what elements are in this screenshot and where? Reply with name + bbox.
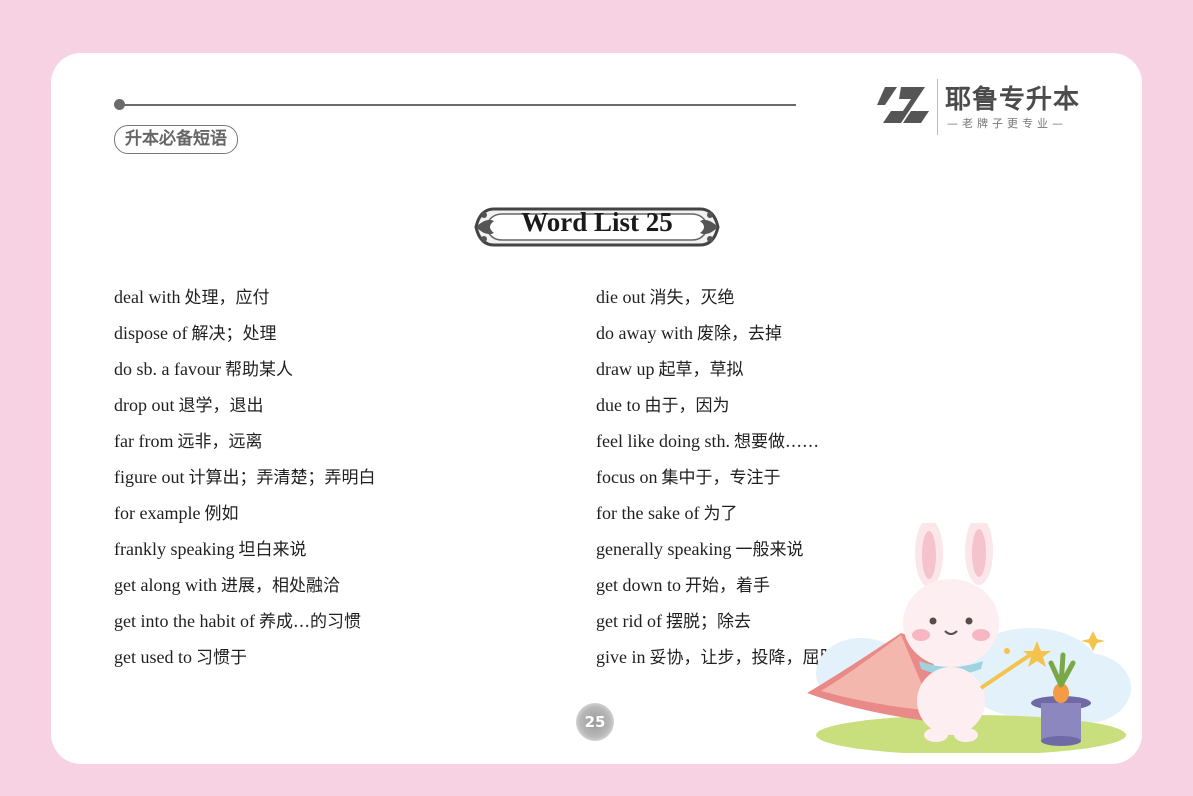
logo-name: 耶鲁专升本 (945, 85, 1081, 115)
list-item: deal with 处理，应付 (114, 287, 270, 308)
list-item: get used to 习惯于 (114, 647, 247, 668)
list-item: draw up 起草，草拟 (596, 359, 744, 380)
list-item: frankly speaking 坦白来说 (114, 539, 307, 560)
book-page: 升本必备短语 耶鲁专升本 —老牌子更专业— Word List 25 deal … (51, 53, 1142, 764)
logo-divider (937, 79, 938, 135)
list-item: die out 消失，灭绝 (596, 287, 735, 308)
list-item: figure out 计算出；弄清楚；弄明白 (114, 467, 376, 488)
list-item: due to 由于，因为 (596, 395, 730, 416)
list-item: get into the habit of 养成…的习惯 (114, 611, 361, 632)
list-item: drop out 退学，退出 (114, 395, 264, 416)
list-item: do away with 废除，去掉 (596, 323, 782, 344)
list-item: dispose of 解决；处理 (114, 323, 277, 344)
word-list-left: deal with 处理，应付 dispose of 解决；处理 do sb. a … (114, 284, 375, 680)
header-rule (116, 104, 796, 106)
yale-logo-icon (877, 87, 929, 123)
list-item: do sb. a favour 帮助某人 (114, 359, 293, 380)
list-item: far from 远非，远离 (114, 431, 263, 452)
list-item: for example 例如 (114, 503, 239, 524)
page-title: Word List 25 (521, 207, 673, 237)
logo-slogan: —老牌子更专业— (947, 117, 1067, 130)
list-item: get along with 进展，相处融洽 (114, 575, 340, 596)
page-number: 25 (576, 703, 614, 741)
section-tag: 升本必备短语 (114, 125, 238, 154)
list-item: focus on 集中于，专注于 (596, 467, 781, 488)
brand-logo: 耶鲁专升本 —老牌子更专业— (877, 79, 1087, 139)
bunny-magician-illustration (807, 523, 1131, 753)
title-banner: Word List 25 (472, 199, 722, 255)
list-item: feel like doing sth. 想要做…… (596, 431, 819, 452)
